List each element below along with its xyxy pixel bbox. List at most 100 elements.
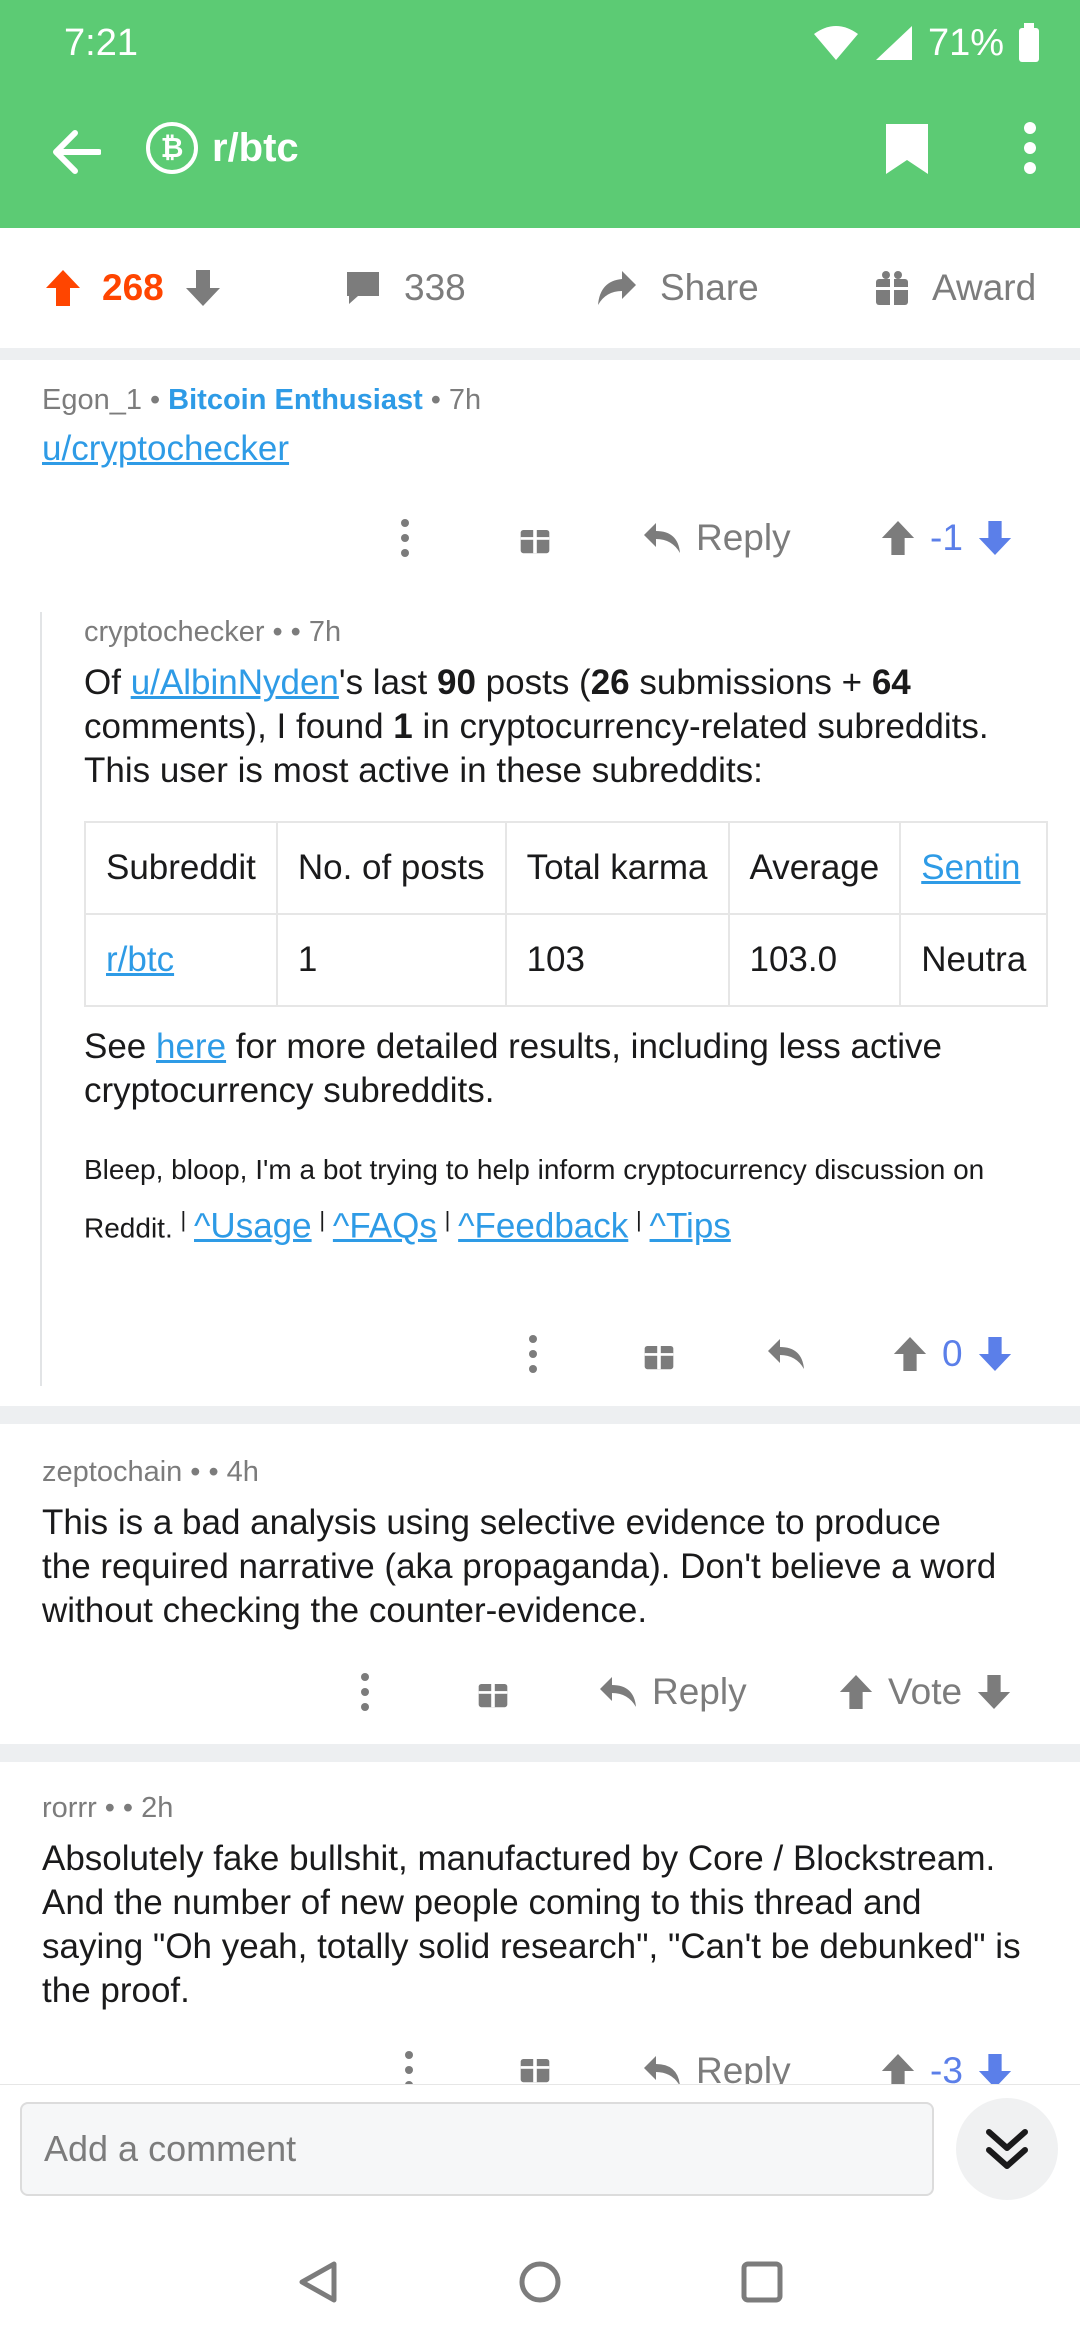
upvote-icon[interactable] — [880, 2052, 916, 2084]
bitcoin-icon: ₿ — [146, 122, 198, 174]
subreddit-name: r/btc — [212, 125, 299, 170]
comment-age: 2h — [141, 1792, 174, 1824]
upvote-icon[interactable] — [892, 1335, 928, 1373]
award-label: Award — [932, 267, 1037, 308]
comment-age: 7h — [448, 384, 482, 416]
arrow-back-icon — [53, 130, 101, 174]
share-label: Share — [660, 267, 759, 308]
reply-button[interactable]: Reply — [642, 2050, 791, 2084]
back-button[interactable] — [48, 124, 104, 180]
gift-icon — [520, 2053, 550, 2083]
system-nav-bar — [0, 2218, 1080, 2340]
comment-body-more: See here for more detailed results, incl… — [84, 1027, 942, 1110]
comment-award-button[interactable] — [642, 1337, 676, 1371]
divider — [0, 348, 1080, 360]
usage-link[interactable]: ^Usage — [194, 1206, 312, 1245]
comment-egon: Egon_1 • Bitcoin Enthusiast • 7h u/crypt… — [42, 384, 481, 471]
downvote-icon[interactable] — [976, 1673, 1012, 1711]
downvote-icon[interactable] — [977, 2052, 1013, 2084]
app-bar: 7:21 71% ₿ r/btc — [0, 0, 1080, 228]
table-row: r/btc 1 103 103.0 Neutra — [84, 913, 1049, 1007]
comment-meta: zeptochain • • 4h — [42, 1456, 259, 1489]
user-link[interactable]: u/AlbinNyden — [131, 663, 339, 702]
downvote-icon[interactable] — [977, 519, 1013, 557]
comment-age: 4h — [226, 1456, 259, 1488]
comment-actions: Reply Vote — [0, 1664, 1080, 1720]
comment-award-button[interactable] — [518, 521, 552, 555]
comment-author[interactable]: rorrr — [42, 1792, 97, 1825]
double-chevron-down-icon — [986, 2129, 1028, 2169]
comment-zeptochain: zeptochain • • 4h This is a bad analysis… — [42, 1456, 1062, 1633]
feedback-link[interactable]: ^Feedback — [458, 1206, 628, 1245]
faqs-link[interactable]: ^FAQs — [333, 1206, 437, 1245]
comment-body: Absolutely fake bullshit, manufactured b… — [42, 1839, 1021, 2010]
comment-award-button[interactable] — [518, 2050, 552, 2084]
comment-more-button[interactable] — [360, 1672, 370, 1712]
divider — [0, 1744, 1080, 1762]
share-icon — [598, 271, 636, 305]
jump-down-button[interactable] — [956, 2098, 1058, 2200]
more-vertical-icon — [1024, 122, 1036, 174]
table-cell-subreddit[interactable]: r/btc — [84, 913, 278, 1007]
bookmark-icon — [886, 124, 928, 174]
gift-icon — [520, 524, 550, 554]
comment-more-button[interactable] — [404, 2050, 414, 2084]
comment-vote: Vote — [838, 1671, 1012, 1713]
reply-button[interactable] — [766, 1337, 806, 1371]
bot-footer: Bleep, bloop, I'm a bot trying to help i… — [84, 1154, 985, 1246]
comment-actions: Reply -1 — [0, 510, 1080, 566]
comment-more-button[interactable] — [528, 1334, 538, 1374]
comment-award-button[interactable] — [476, 1675, 510, 1709]
comment-age: 7h — [308, 616, 342, 648]
tips-link[interactable]: ^Tips — [650, 1206, 731, 1245]
more-vertical-icon — [405, 2051, 413, 2084]
overflow-menu-button[interactable] — [1022, 120, 1038, 176]
gift-icon — [644, 1340, 674, 1370]
comment-author[interactable]: cryptochecker — [84, 616, 265, 649]
comment-more-button[interactable] — [400, 518, 410, 558]
table-cell: 103 — [504, 913, 730, 1007]
results-link[interactable]: here — [156, 1027, 226, 1066]
table-header: Total karma — [504, 821, 730, 915]
reply-button[interactable]: Reply — [598, 1671, 747, 1713]
downvote-icon[interactable] — [184, 268, 222, 308]
nav-recents-icon[interactable] — [740, 2260, 784, 2304]
post-action-bar: 268 338 Share Award — [0, 228, 1080, 348]
comment-vote: -3 — [880, 2050, 1013, 2084]
divider — [0, 1406, 1080, 1424]
upvote-icon[interactable] — [880, 519, 916, 557]
reply-button[interactable]: Reply — [642, 517, 791, 559]
comment-score: -3 — [930, 2050, 963, 2084]
table-cell: 1 — [275, 913, 507, 1007]
subreddit-title[interactable]: ₿ r/btc — [146, 122, 299, 174]
comments-button[interactable]: 338 — [344, 267, 466, 309]
status-bar: 7:21 71% — [64, 18, 1040, 68]
comment-rorrr: rorrr • • 2h Absolutely fake bullshit, m… — [42, 1792, 1078, 2013]
nav-home-icon[interactable] — [518, 2260, 562, 2304]
user-mention-link[interactable]: u/cryptochecker — [42, 429, 289, 468]
more-vertical-icon — [361, 1673, 369, 1711]
comment-meta: rorrr • • 2h — [42, 1792, 174, 1825]
comment-body: Of u/AlbinNyden's last 90 posts (26 subm… — [84, 663, 989, 790]
share-button[interactable]: Share — [596, 267, 759, 309]
comment-body: u/cryptochecker — [42, 427, 481, 471]
upvote-icon[interactable] — [838, 1673, 874, 1711]
comment-author[interactable]: Egon_1 — [42, 384, 142, 417]
karma-table-wrapper[interactable]: Subreddit No. of posts Total karma Avera… — [84, 821, 1060, 1007]
add-comment-input[interactable]: Add a comment — [20, 2102, 934, 2196]
bookmark-button[interactable] — [884, 122, 930, 176]
award-button[interactable]: Award — [874, 267, 1036, 309]
comment-actions: 0 — [0, 1326, 1080, 1382]
table-header: No. of posts — [275, 821, 507, 915]
karma-table: Subreddit No. of posts Total karma Avera… — [84, 821, 1049, 1007]
nav-back-icon[interactable] — [296, 2260, 340, 2304]
upvote-icon[interactable] — [44, 268, 82, 308]
downvote-icon[interactable] — [977, 1335, 1013, 1373]
comment-cryptochecker: cryptochecker • • 7h Of u/AlbinNyden's l… — [84, 616, 1074, 1253]
wifi-icon — [813, 26, 858, 60]
table-cell: Neutra — [899, 913, 1049, 1007]
comment-meta: Egon_1 • Bitcoin Enthusiast • 7h — [42, 384, 482, 417]
reply-icon — [768, 1339, 804, 1369]
comment-author[interactable]: zeptochain — [42, 1456, 182, 1489]
table-header-link[interactable]: Sentin — [899, 821, 1049, 915]
